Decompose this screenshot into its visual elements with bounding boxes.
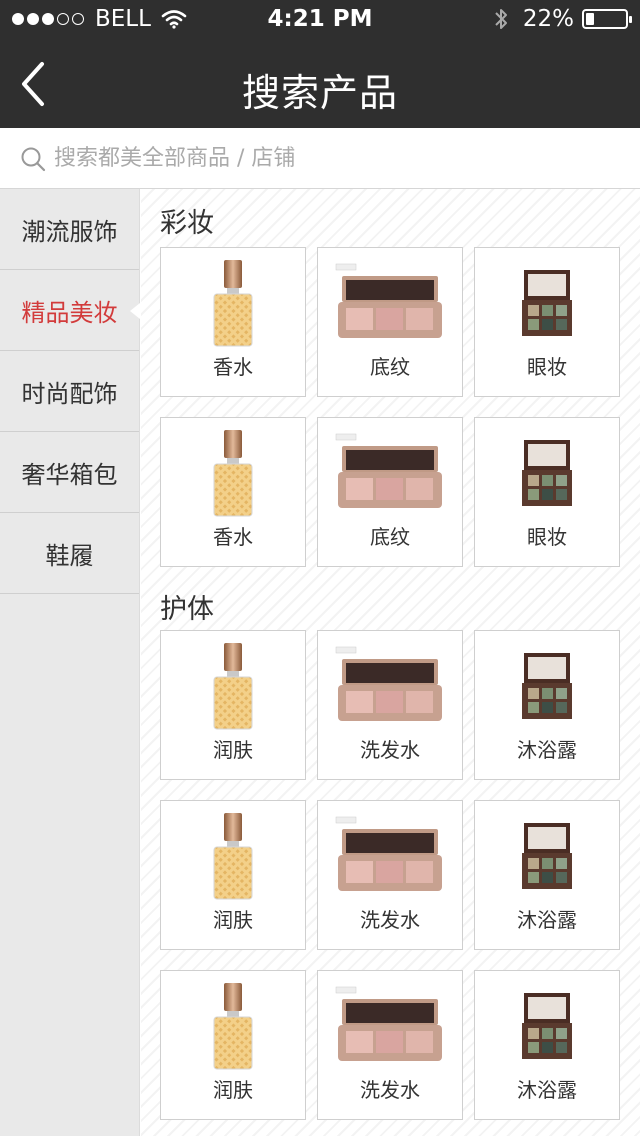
status-right: 22%: [493, 6, 632, 32]
eyeshadow-palette-icon: [522, 270, 572, 336]
product-card-moisturizer[interactable]: 润肤: [160, 630, 306, 780]
section-title-body-care: 护体: [160, 594, 214, 625]
product-grid-makeup: 香水 底纹 眼妆 香水 底纹 眼妆: [141, 247, 640, 587]
product-label: 沐浴露: [517, 738, 577, 762]
highlighter-palette-icon: [335, 646, 442, 721]
sidebar-item-bags[interactable]: 奢华箱包: [0, 432, 139, 513]
sidebar-item-label: 鞋履: [45, 541, 94, 570]
product-thumb: [161, 979, 305, 1075]
product-label: 底纹: [370, 355, 410, 379]
battery-nub: [629, 16, 632, 23]
product-thumb: [475, 426, 619, 522]
product-card-foundation[interactable]: 底纹: [317, 417, 463, 567]
product-card-body-wash[interactable]: 沐浴露: [474, 630, 620, 780]
product-thumb: [161, 809, 305, 905]
eyeshadow-palette-icon: [522, 653, 572, 719]
product-card-eye-makeup[interactable]: 眼妆: [474, 417, 620, 567]
product-card-moisturizer[interactable]: 润肤: [160, 800, 306, 950]
product-grid-body-care: 润肤 洗发水 沐浴露 润肤 洗发水 沐浴露 润肤 洗发水 沐浴露: [141, 630, 640, 1136]
product-thumb: [318, 256, 462, 352]
product-label: 润肤: [213, 738, 253, 762]
product-card-eye-makeup[interactable]: 眼妆: [474, 247, 620, 397]
product-thumb: [318, 639, 462, 735]
eyeshadow-palette-icon: [522, 993, 572, 1059]
sidebar-item-label: 时尚配饰: [21, 379, 118, 408]
product-card-shampoo[interactable]: 洗发水: [317, 630, 463, 780]
product-row: 香水 底纹 眼妆: [160, 247, 640, 417]
product-card-shampoo[interactable]: 洗发水: [317, 800, 463, 950]
product-label: 香水: [213, 525, 253, 549]
status-bar: BELL 4:21 PM 22%: [0, 0, 640, 40]
product-card-body-wash[interactable]: 沐浴露: [474, 970, 620, 1120]
eyeshadow-palette-icon: [522, 440, 572, 506]
product-card-perfume[interactable]: 香水: [160, 417, 306, 567]
sidebar-item-accessories[interactable]: 时尚配饰: [0, 351, 139, 432]
product-thumb: [318, 426, 462, 522]
product-thumb: [161, 639, 305, 735]
product-thumb: [475, 809, 619, 905]
product-label: 润肤: [213, 1078, 253, 1102]
product-panel: 彩妆 香水 底纹 眼妆 香水 底纹 眼妆 护体 润肤 洗发水 沐浴露 润肤 洗发…: [141, 189, 640, 1136]
product-thumb: [475, 979, 619, 1075]
perfume-bottle-icon: [213, 260, 253, 347]
product-thumb: [318, 979, 462, 1075]
sidebar-item-fashion[interactable]: 潮流服饰: [0, 189, 139, 270]
product-label: 眼妆: [527, 525, 567, 549]
product-label: 香水: [213, 355, 253, 379]
top-bar: BELL 4:21 PM 22% 搜索产品: [0, 0, 640, 128]
product-row: 润肤 洗发水 沐浴露: [160, 800, 640, 970]
perfume-bottle-icon: [213, 983, 253, 1070]
product-row: 润肤 洗发水 沐浴露: [160, 970, 640, 1136]
battery-fill: [586, 13, 594, 25]
eyeshadow-palette-icon: [522, 823, 572, 889]
sidebar-item-shoes[interactable]: 鞋履: [0, 513, 139, 594]
sidebar-item-label: 精品美妆: [21, 298, 118, 327]
product-card-body-wash[interactable]: 沐浴露: [474, 800, 620, 950]
section-title-makeup: 彩妆: [160, 208, 214, 239]
bluetooth-icon: [495, 9, 507, 29]
product-card-shampoo[interactable]: 洗发水: [317, 970, 463, 1120]
highlighter-palette-icon: [335, 986, 442, 1061]
product-label: 沐浴露: [517, 1078, 577, 1102]
search-bar: [0, 128, 640, 189]
sidebar-item-label: 奢华箱包: [21, 460, 118, 489]
highlighter-palette-icon: [335, 433, 442, 508]
product-thumb: [318, 809, 462, 905]
search-icon: [21, 147, 46, 172]
perfume-bottle-icon: [213, 643, 253, 730]
nav-bar: 搜索产品: [0, 40, 640, 128]
product-thumb: [475, 256, 619, 352]
product-thumb: [475, 639, 619, 735]
product-thumb: [161, 256, 305, 352]
category-sidebar: 潮流服饰 精品美妆 时尚配饰 奢华箱包 鞋履: [0, 189, 140, 1136]
product-card-perfume[interactable]: 香水: [160, 247, 306, 397]
product-label: 洗发水: [360, 908, 420, 932]
product-thumb: [161, 426, 305, 522]
product-label: 洗发水: [360, 738, 420, 762]
battery-icon: [582, 9, 632, 29]
product-row: 香水 底纹 眼妆: [160, 417, 640, 587]
product-label: 眼妆: [527, 355, 567, 379]
product-card-foundation[interactable]: 底纹: [317, 247, 463, 397]
product-row: 润肤 洗发水 沐浴露: [160, 630, 640, 800]
page-title: 搜索产品: [241, 71, 398, 115]
product-card-moisturizer[interactable]: 润肤: [160, 970, 306, 1120]
product-label: 沐浴露: [517, 908, 577, 932]
sidebar-item-label: 潮流服饰: [21, 217, 118, 246]
search-input[interactable]: [54, 140, 614, 176]
highlighter-palette-icon: [335, 816, 442, 891]
battery-percent: 22%: [522, 6, 574, 32]
highlighter-palette-icon: [335, 263, 442, 338]
perfume-bottle-icon: [213, 813, 253, 900]
product-label: 润肤: [213, 908, 253, 932]
product-label: 底纹: [370, 525, 410, 549]
sidebar-item-beauty[interactable]: 精品美妆: [0, 270, 140, 351]
product-label: 洗发水: [360, 1078, 420, 1102]
perfume-bottle-icon: [213, 430, 253, 517]
